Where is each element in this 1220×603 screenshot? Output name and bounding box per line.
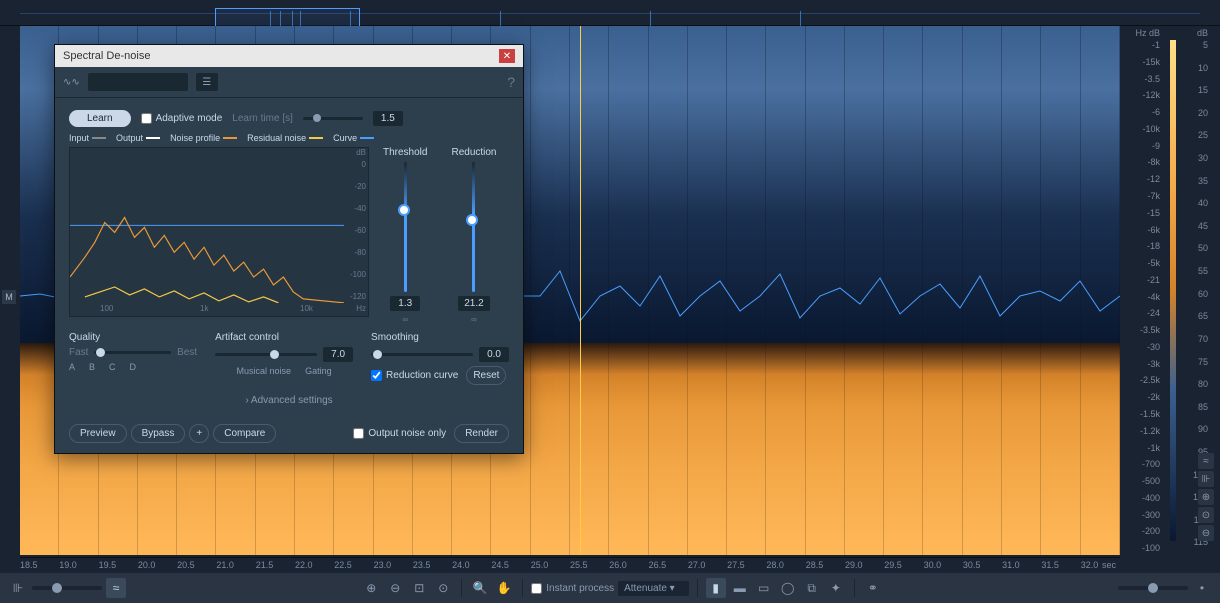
lasso-tool-icon[interactable]: ◯ <box>778 578 798 598</box>
dialog-titlebar[interactable]: Spectral De-noise ✕ <box>55 45 523 67</box>
time-select-tool-icon[interactable]: ▮ <box>706 578 726 598</box>
bottom-toolbar: ⊪ ≈ ⊕ ⊖ ⊡ ⊙ 🔍 ✋ Instant process Attenuat… <box>0 573 1220 603</box>
brush-tool-icon[interactable]: ⧉ <box>802 578 822 598</box>
artifact-slider[interactable] <box>215 353 317 356</box>
zoom-in-vert-icon[interactable]: ⊕ <box>1198 489 1214 505</box>
learn-time-value[interactable]: 1.5 <box>373 111 403 126</box>
process-mode-select[interactable]: Attenuate ▾ <box>618 581 689 596</box>
preview-button[interactable]: Preview <box>69 424 127 443</box>
learn-time-slider[interactable] <box>303 117 363 120</box>
frequency-scale: Hz dB -1-15k-3.5-12k-6-10k-9-8k-12-7k-15… <box>1120 26 1164 555</box>
waveform-zoom-slider[interactable] <box>32 586 102 590</box>
artifact-label: Artifact control <box>215 332 353 343</box>
threshold-slider[interactable] <box>404 162 407 292</box>
quality-label: Quality <box>69 332 197 343</box>
link-tool-icon[interactable]: ⚭ <box>863 578 883 598</box>
preset-select[interactable] <box>88 73 188 91</box>
adaptive-mode-label: Adaptive mode <box>156 113 223 124</box>
zoom-fit-icon[interactable]: ⊙ <box>433 578 453 598</box>
brightness-slider[interactable] <box>1118 586 1188 590</box>
overview-selection[interactable] <box>215 8 360 28</box>
reduction-curve-checkbox[interactable] <box>371 370 382 381</box>
channel-label: M <box>2 290 16 304</box>
smoothing-label: Smoothing <box>371 332 509 343</box>
reduction-label: Reduction <box>451 147 496 158</box>
bypass-button[interactable]: Bypass <box>131 424 186 443</box>
add-button[interactable]: + <box>189 424 209 443</box>
threshold-value[interactable]: 1.3 <box>390 296 420 311</box>
noise-profile-graph[interactable]: dB 0-20-40-60-80-100-120 Hz 1001k10k <box>69 147 369 317</box>
magnify-tool-icon[interactable]: 🔍 <box>470 578 490 598</box>
overview-strip[interactable] <box>0 0 1220 26</box>
close-icon[interactable]: ✕ <box>499 49 515 63</box>
smoothing-slider[interactable] <box>371 353 473 356</box>
quality-slider[interactable] <box>94 351 171 354</box>
render-button[interactable]: Render <box>454 424 509 443</box>
spectral-denoise-dialog: Spectral De-noise ✕ ∿∿ ☰ ? Learn Adaptiv… <box>54 44 524 454</box>
zoom-reset-vert-icon[interactable]: ⊙ <box>1198 507 1214 523</box>
freq-select-tool-icon[interactable]: ▬ <box>730 578 750 598</box>
spectro-view-icon[interactable]: ≈ <box>106 578 126 598</box>
playhead[interactable] <box>580 26 581 555</box>
compare-button[interactable]: Compare <box>213 424 276 443</box>
zoom-out-icon[interactable]: ⊖ <box>385 578 405 598</box>
smoothing-value[interactable]: 0.0 <box>479 347 509 362</box>
module-icon: ∿∿ <box>63 77 80 88</box>
hand-tool-icon[interactable]: ✋ <box>494 578 514 598</box>
reduction-value[interactable]: 21.2 <box>458 296 489 311</box>
reset-button[interactable]: Reset <box>466 366 506 385</box>
waveform-view-icon[interactable]: ⊪ <box>8 578 28 598</box>
spectro-mode-icon[interactable]: ≈ <box>1198 453 1214 469</box>
learn-time-label: Learn time [s] <box>232 113 293 124</box>
learn-button[interactable]: Learn <box>69 110 131 127</box>
timeline-ruler[interactable]: sec 18.519.019.520.020.521.021.522.022.5… <box>20 557 1120 573</box>
dialog-title: Spectral De-noise <box>63 50 150 62</box>
instant-process-label: Instant process <box>546 583 614 594</box>
advanced-settings-toggle[interactable]: Advanced settings <box>69 395 509 406</box>
zoom-selection-icon[interactable]: ⊡ <box>409 578 429 598</box>
help-icon[interactable]: ? <box>507 74 515 90</box>
output-noise-checkbox[interactable] <box>353 428 364 439</box>
graph-legend: Input Output Noise profile Residual nois… <box>69 133 509 143</box>
instant-process-checkbox[interactable] <box>531 583 542 594</box>
settings-icon[interactable]: • <box>1192 578 1212 598</box>
reduction-slider[interactable] <box>472 162 475 292</box>
wand-tool-icon[interactable]: ✦ <box>826 578 846 598</box>
threshold-label: Threshold <box>383 147 427 158</box>
preset-menu-icon[interactable]: ☰ <box>196 73 218 91</box>
zoom-in-icon[interactable]: ⊕ <box>361 578 381 598</box>
wave-mode-icon[interactable]: ⊪ <box>1198 471 1214 487</box>
zoom-out-vert-icon[interactable]: ⊖ <box>1198 525 1214 541</box>
adaptive-mode-checkbox[interactable] <box>141 113 152 124</box>
box-select-tool-icon[interactable]: ▭ <box>754 578 774 598</box>
artifact-value[interactable]: 7.0 <box>323 347 353 362</box>
